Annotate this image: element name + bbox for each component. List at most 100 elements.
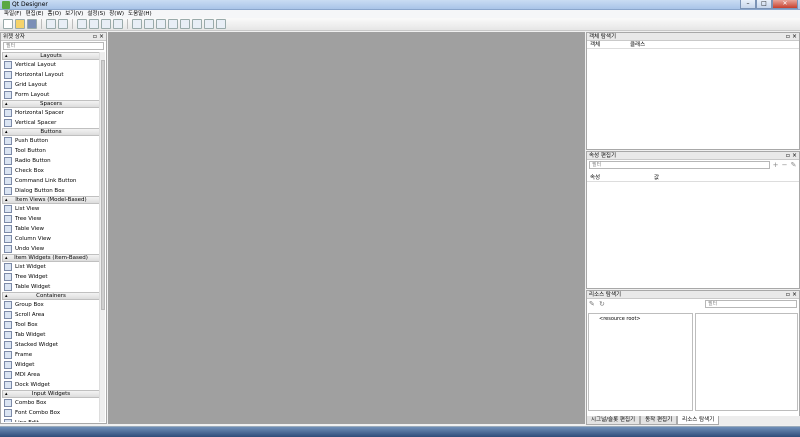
widget-item[interactable]: Frame bbox=[2, 350, 100, 360]
widget-item[interactable]: Vertical Layout bbox=[2, 60, 100, 70]
widget-item[interactable]: Grid Layout bbox=[2, 80, 100, 90]
menu-file[interactable]: 파일(F) bbox=[2, 10, 24, 18]
widget-item[interactable]: Group Box bbox=[2, 300, 100, 310]
widget-item[interactable]: Tab Widget bbox=[2, 330, 100, 340]
undo-icon[interactable] bbox=[46, 19, 56, 29]
widget-item[interactable]: MDI Area bbox=[2, 370, 100, 380]
widget-item-label: Font Combo Box bbox=[15, 410, 61, 416]
widget-item[interactable]: Push Button bbox=[2, 136, 100, 146]
category-header[interactable]: ▴ Containers bbox=[2, 292, 100, 300]
widget-item[interactable]: Horizontal Spacer bbox=[2, 108, 100, 118]
widget-item[interactable]: Undo View bbox=[2, 244, 100, 254]
widget-item[interactable]: Vertical Spacer bbox=[2, 118, 100, 128]
add-property-icon[interactable]: + bbox=[772, 161, 779, 169]
widget-item[interactable]: List Widget bbox=[2, 262, 100, 272]
close-icon[interactable]: × bbox=[792, 152, 797, 160]
widget-item[interactable]: Line Edit bbox=[2, 418, 100, 422]
category-header[interactable]: ▴ Buttons bbox=[2, 128, 100, 136]
menu-help[interactable]: 도움말(H) bbox=[126, 10, 154, 18]
configure-icon[interactable]: ✎ bbox=[790, 161, 797, 169]
resource-file-list[interactable] bbox=[695, 313, 798, 411]
tab-resource-browser[interactable]: 리소스 탐색기 bbox=[677, 416, 720, 425]
widget-item[interactable]: Radio Button bbox=[2, 156, 100, 166]
save-icon[interactable] bbox=[27, 19, 37, 29]
resource-tree[interactable]: <resource root> bbox=[588, 313, 693, 411]
category-header[interactable]: ▴ Item Widgets (Item-Based) bbox=[2, 254, 100, 262]
widget-item[interactable]: List View bbox=[2, 204, 100, 214]
minimize-button[interactable]: – bbox=[740, 0, 756, 9]
column-property[interactable]: 속성 bbox=[587, 174, 651, 181]
break-layout-icon[interactable] bbox=[204, 19, 214, 29]
widget-item[interactable]: Dialog Button Box bbox=[2, 186, 100, 196]
menu-form[interactable]: 폼(O) bbox=[45, 10, 63, 18]
float-icon[interactable]: ▫ bbox=[786, 152, 790, 160]
category-header[interactable]: ▴ Spacers bbox=[2, 100, 100, 108]
float-icon[interactable]: ▫ bbox=[93, 33, 97, 41]
edit-buddies-icon[interactable] bbox=[101, 19, 111, 29]
tab-signal-slot-editor[interactable]: 시그널/슬롯 편집기 bbox=[586, 416, 641, 425]
category-label: Buttons bbox=[40, 129, 62, 135]
lay-out-grid-icon[interactable] bbox=[192, 19, 202, 29]
edit-resources-icon[interactable]: ✎ bbox=[589, 300, 596, 308]
widget-item[interactable]: Combo Box bbox=[2, 398, 100, 408]
collapse-arrow-icon: ▴ bbox=[5, 255, 8, 261]
lay-out-horizontal-splitter-icon[interactable] bbox=[156, 19, 166, 29]
redo-icon[interactable] bbox=[58, 19, 68, 29]
close-button[interactable]: ✕ bbox=[772, 0, 798, 9]
close-icon[interactable]: × bbox=[792, 33, 797, 41]
lay-out-vertically-icon[interactable] bbox=[144, 19, 154, 29]
widget-item[interactable]: Horizontal Layout bbox=[2, 70, 100, 80]
scrollbar-thumb[interactable] bbox=[101, 60, 105, 310]
scrollbar[interactable] bbox=[99, 52, 105, 422]
resource-root-item[interactable]: <resource root> bbox=[599, 316, 641, 322]
open-icon[interactable] bbox=[15, 19, 25, 29]
float-icon[interactable]: ▫ bbox=[786, 33, 790, 41]
category-header[interactable]: ▴ Layouts bbox=[2, 52, 100, 60]
menu-window[interactable]: 창(W) bbox=[107, 10, 126, 18]
menu-edit[interactable]: 편집(E) bbox=[24, 10, 46, 18]
lay-out-form-icon[interactable] bbox=[180, 19, 190, 29]
remove-property-icon[interactable]: − bbox=[781, 161, 788, 169]
maximize-button[interactable]: □ bbox=[756, 0, 772, 9]
widget-item[interactable]: Tree View bbox=[2, 214, 100, 224]
widget-item[interactable]: Table Widget bbox=[2, 282, 100, 292]
reload-icon[interactable]: ↻ bbox=[599, 300, 606, 308]
close-icon[interactable]: × bbox=[792, 291, 797, 299]
widget-item[interactable]: Stacked Widget bbox=[2, 340, 100, 350]
widget-item[interactable]: Dock Widget bbox=[2, 380, 100, 390]
menu-settings[interactable]: 설정(S) bbox=[85, 10, 107, 18]
widget-item[interactable]: Tool Button bbox=[2, 146, 100, 156]
widget-icon bbox=[4, 157, 12, 165]
property-filter-input[interactable]: 필터 bbox=[589, 161, 770, 169]
widget-item[interactable]: Column View bbox=[2, 234, 100, 244]
lay-out-horizontally-icon[interactable] bbox=[132, 19, 142, 29]
adjust-size-icon[interactable] bbox=[216, 19, 226, 29]
tab-action-editor[interactable]: 동작 편집기 bbox=[640, 416, 678, 425]
column-object[interactable]: 객체 bbox=[587, 41, 627, 48]
widget-item[interactable]: Scroll Area bbox=[2, 310, 100, 320]
new-form-icon[interactable] bbox=[3, 19, 13, 29]
menu-view[interactable]: 보기(V) bbox=[63, 10, 85, 18]
mdi-area[interactable] bbox=[108, 32, 585, 424]
widget-item[interactable]: Form Layout bbox=[2, 90, 100, 100]
resource-filter-input[interactable]: 필터 bbox=[705, 300, 797, 308]
category-header[interactable]: ▴ Input Widgets bbox=[2, 390, 100, 398]
category-header[interactable]: ▴ Item Views (Model-Based) bbox=[2, 196, 100, 204]
column-value[interactable]: 값 bbox=[651, 174, 659, 181]
column-class[interactable]: 클래스 bbox=[627, 41, 645, 48]
lay-out-vertical-splitter-icon[interactable] bbox=[168, 19, 178, 29]
widget-item[interactable]: Widget bbox=[2, 360, 100, 370]
close-icon[interactable]: × bbox=[99, 33, 104, 41]
edit-signals-slots-icon[interactable] bbox=[89, 19, 99, 29]
edit-tab-order-icon[interactable] bbox=[113, 19, 123, 29]
widget-item[interactable]: Command Link Button bbox=[2, 176, 100, 186]
float-icon[interactable]: ▫ bbox=[786, 291, 790, 299]
widget-item[interactable]: Font Combo Box bbox=[2, 408, 100, 418]
widget-icon bbox=[4, 245, 12, 253]
widget-item[interactable]: Check Box bbox=[2, 166, 100, 176]
widget-item[interactable]: Tool Box bbox=[2, 320, 100, 330]
edit-widgets-icon[interactable] bbox=[77, 19, 87, 29]
widget-item[interactable]: Tree Widget bbox=[2, 272, 100, 282]
widget-filter-input[interactable]: 필터 bbox=[3, 42, 104, 50]
widget-item[interactable]: Table View bbox=[2, 224, 100, 234]
